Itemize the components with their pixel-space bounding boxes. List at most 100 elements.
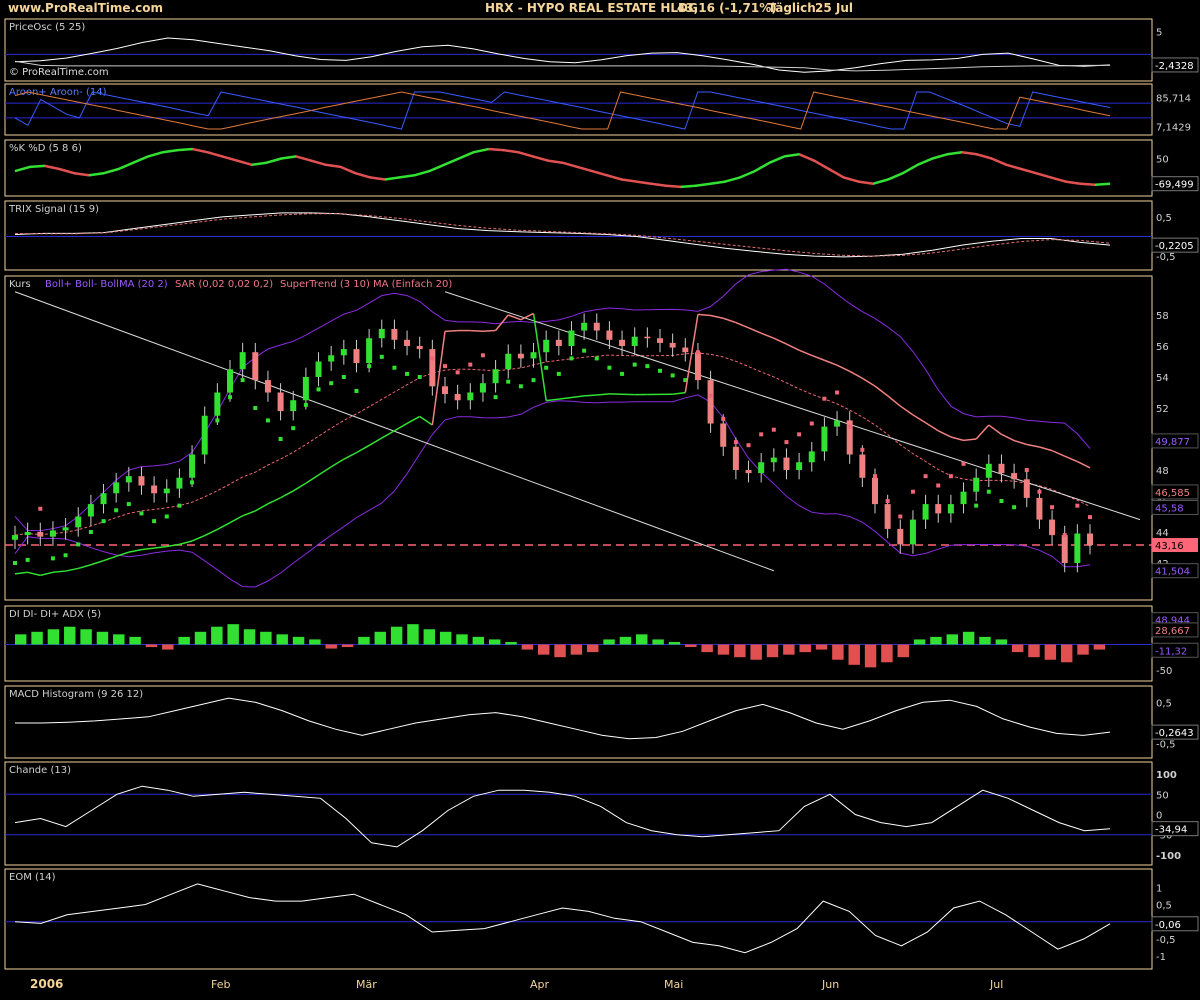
stoch-segment [961, 150, 977, 156]
candle-body [897, 528, 904, 545]
supertrend-line [406, 415, 421, 425]
site-url[interactable]: www.ProRealTime.com [8, 1, 163, 15]
sar-dot [746, 443, 751, 448]
supertrend-line [267, 497, 281, 505]
stoch-segment [503, 148, 519, 154]
supertrend-line [368, 437, 383, 447]
sar-dot [190, 480, 195, 485]
candle-body [290, 400, 297, 412]
dmi-bar [766, 644, 779, 658]
x-label-maer: Mär [356, 978, 377, 991]
dmi-bar [946, 634, 959, 645]
sar-dot [126, 502, 131, 507]
supertrend-line [836, 364, 851, 373]
chande-frame [4, 761, 1153, 866]
sar-dot [999, 499, 1004, 503]
sar-dot [1062, 533, 1067, 538]
price-legend-item: SAR (0,02 0,02 0,2) [175, 279, 273, 290]
indicator-panels: PriceOsc (5 25) © ProRealTime.com 5 -2,4328… [4, 18, 1199, 970]
candle-body [619, 339, 626, 346]
dmi-bar [472, 636, 485, 645]
trend-line [444, 291, 1141, 521]
series-line [14, 883, 1111, 954]
x-label-mai: Mai [664, 978, 683, 991]
dmi-bar [1044, 644, 1057, 660]
stoch-segment [369, 176, 386, 181]
stoch-segment [310, 159, 327, 167]
dmi-bar [276, 634, 288, 645]
dmi-bar [717, 644, 730, 655]
candle-body [783, 457, 790, 470]
dmi-bar [619, 636, 632, 645]
supertrend-line [1077, 460, 1091, 469]
supertrend-line [470, 329, 483, 333]
x-axis: 2006 Feb Mär Apr Mai Jun Jul [30, 977, 1003, 991]
candle-body [340, 349, 347, 356]
stoch-segment [680, 184, 696, 189]
dmi-bar [1028, 644, 1040, 658]
sar-dot [948, 474, 953, 479]
stoch-panel: %K %D (5 8 6) 50 -69,499 [4, 139, 1199, 197]
candle-body [543, 339, 550, 353]
supertrend-line [874, 385, 889, 397]
stoch-segment [266, 157, 282, 164]
supertrend-line [1051, 449, 1066, 457]
dmi-bar [1093, 644, 1106, 650]
y-tick-label: 100 [1156, 770, 1177, 781]
dmi-bar [554, 644, 566, 658]
sar-dot [13, 561, 17, 565]
stoch-segment [414, 169, 430, 177]
supertrend-line [1026, 443, 1040, 448]
sar-dot [114, 508, 119, 513]
stoch-segment [59, 167, 75, 175]
dmi-bar [799, 644, 811, 653]
supertrend-line [899, 405, 914, 416]
sar-dot [1037, 489, 1042, 494]
sar-dot [797, 432, 802, 437]
sar-dot [443, 364, 447, 369]
sar-dot [822, 396, 827, 401]
sar-dot [582, 348, 587, 353]
stoch-segment [428, 163, 445, 173]
stoch-segment [517, 150, 534, 158]
last-value-label: -34,94 [1155, 825, 1187, 836]
stoch-segment [1020, 167, 1037, 175]
dmi-bar [162, 644, 174, 650]
candle-body [568, 330, 575, 346]
candle-body [176, 477, 183, 489]
price-title: Kurs [9, 279, 31, 290]
stoch-segment [1035, 171, 1052, 179]
sar-dot [556, 371, 561, 376]
dmi-bar [587, 644, 599, 653]
candle-body [808, 451, 815, 463]
supertrend-line [229, 515, 244, 524]
candle-body [454, 394, 461, 401]
sar-dot [923, 474, 928, 479]
y-tick-label: 50 [1156, 155, 1169, 166]
stoch-segment [651, 182, 667, 188]
stoch-segment [132, 155, 149, 164]
stoch-segment [473, 147, 489, 154]
candle-body [872, 477, 878, 505]
supertrend-line [444, 329, 458, 333]
chart-title: HRX - HYPO REAL ESTATE HLDG [485, 1, 698, 15]
candle-body [214, 392, 221, 416]
dmi-bar [243, 629, 256, 645]
supertrend-line [748, 327, 762, 334]
eom-panel: EOM (14)10,50-0,5-1-0,06 [4, 868, 1199, 970]
stoch-segment [947, 150, 963, 156]
sar-dot [50, 556, 55, 561]
candle-body [163, 488, 170, 494]
candle-body [239, 352, 246, 370]
dmi-bar [407, 624, 419, 645]
supertrend-line [849, 370, 863, 379]
dmi-bar [685, 644, 697, 648]
candle-body [87, 504, 94, 517]
dmi-bar [734, 644, 746, 658]
candle-body [530, 352, 537, 359]
dmi-bar [423, 629, 436, 645]
supertrend-line [798, 349, 813, 357]
candle-body [302, 377, 309, 401]
supertrend-line [254, 503, 269, 512]
sar-dot [594, 356, 599, 361]
